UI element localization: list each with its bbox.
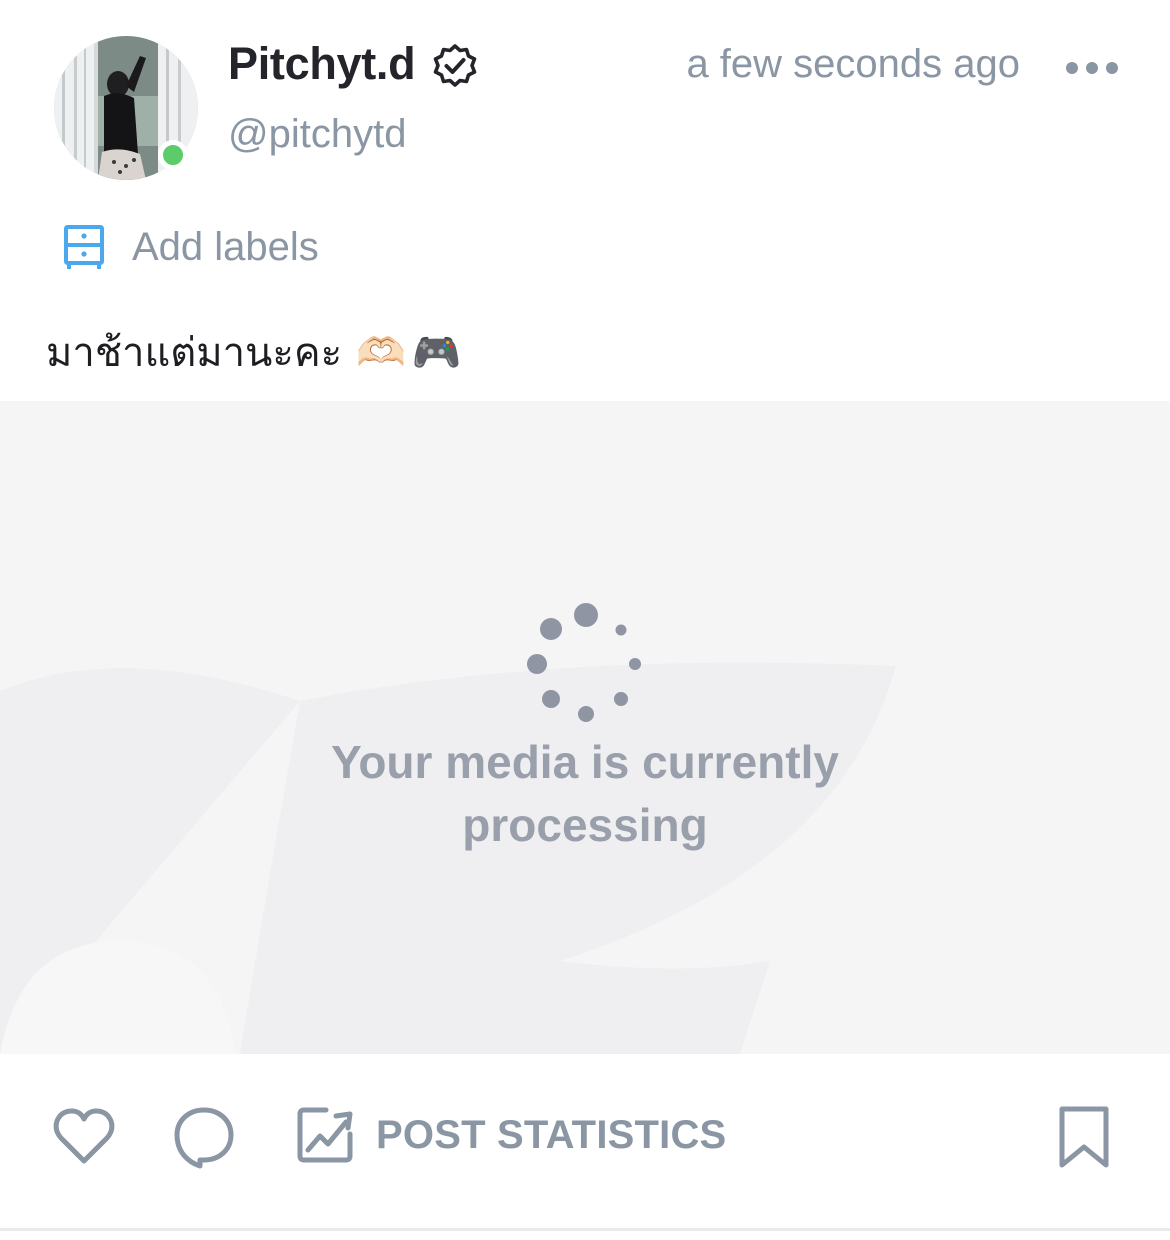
game-controller-emoji: 🎮 xyxy=(411,329,462,376)
author-username[interactable]: @pitchytd xyxy=(228,108,406,160)
post-caption: มาช้าแต่มานะคะ 🫶🏻 🎮 xyxy=(46,322,468,382)
caption-text: มาช้าแต่มานะคะ xyxy=(46,330,343,376)
verified-badge-icon xyxy=(433,44,477,87)
post-statistics-label: POST STATISTICS xyxy=(376,1112,727,1157)
bookmark-icon[interactable] xyxy=(1054,1105,1114,1169)
post-card: Pitchyt.d @pitchytd a few seconds ago Ad… xyxy=(0,0,1170,1240)
heart-hands-emoji: 🫶🏻 xyxy=(356,329,406,376)
add-labels-button[interactable]: Add labels xyxy=(50,216,319,278)
comment-bubble-icon[interactable] xyxy=(172,1105,236,1169)
post-timestamp: a few seconds ago xyxy=(686,42,1020,86)
post-actions-bar: POST STATISTICS xyxy=(0,1054,1170,1230)
online-status-indicator xyxy=(158,140,188,170)
loading-spinner-icon xyxy=(527,603,641,722)
labels-drawer-icon xyxy=(64,225,104,269)
media-watermark-shape xyxy=(0,662,896,1054)
more-icon[interactable] xyxy=(1060,48,1124,88)
media-placeholder: Your media is currently processing xyxy=(0,401,1170,1054)
author-display-name[interactable]: Pitchyt.d xyxy=(228,36,416,92)
media-processing-message: Your media is currently processing xyxy=(331,736,839,851)
heart-icon[interactable] xyxy=(52,1105,116,1169)
chart-trend-icon xyxy=(297,1107,353,1163)
post-divider xyxy=(0,1228,1170,1231)
add-labels-label: Add labels xyxy=(132,224,319,269)
post-statistics-button[interactable]: POST STATISTICS xyxy=(296,1104,726,1166)
